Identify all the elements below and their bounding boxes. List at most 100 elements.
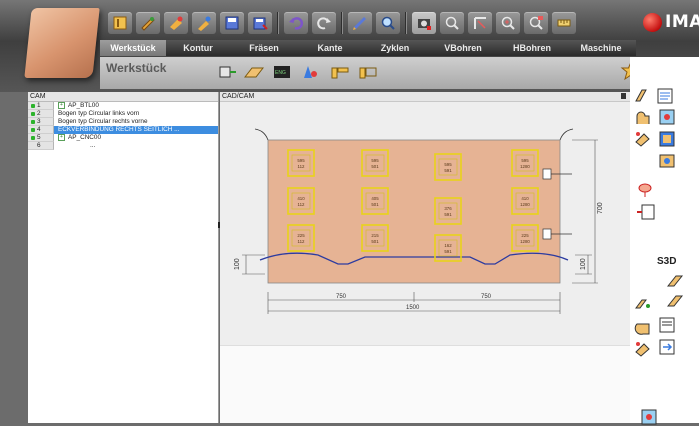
slot-tool-icon[interactable] [634,130,654,148]
tool-icon[interactable] [136,12,160,34]
menu-item-werkstueck[interactable]: Werkstück [100,40,166,56]
drilling-box-label: 591 [444,212,452,217]
sub-toolbar [100,57,699,89]
panel-header: CAM [28,92,218,102]
menu-item-kontur[interactable]: Kontur [166,40,230,56]
pin-icon[interactable] [621,93,626,99]
insert-element-icon[interactable] [636,203,656,221]
tree-row[interactable]: 1 + AP_BTL00 [28,102,218,110]
s3d-label: S3D [657,256,677,267]
paint-icon[interactable] [164,12,188,34]
fitting-top[interactable] [542,168,552,180]
undo-icon[interactable] [284,12,308,34]
report-icon[interactable] [658,316,678,334]
tree-row-selected[interactable]: 4 ECKVERBINDUNG RECHTS SEITLICH ... [28,126,218,134]
s3d-tool-icon[interactable] [666,272,686,290]
tree-row[interactable]: 2 Bogen typ Circular links vorn [28,110,218,118]
row-number-cell: 5 [28,134,54,142]
dimensions-icon[interactable]: ENG [272,64,292,80]
workpiece-logo-image [24,8,100,78]
edge-banding-icon[interactable] [634,318,654,336]
save-as-icon[interactable] [248,12,272,34]
row-label: Bogen typ Circular rechts vorne [58,118,148,125]
dim-half-left: 750 [336,294,347,300]
edge-right-icon[interactable] [358,64,378,80]
new-workpiece-icon[interactable] [218,64,238,80]
status-dot [31,112,35,116]
row-number-cell: 4 [28,126,54,134]
measure-icon[interactable] [468,12,492,34]
row-number-cell: 6 [28,142,54,150]
page-title: Werkstück [106,61,167,75]
camera-icon[interactable] [412,12,436,34]
dim-width: 1500 [406,305,420,311]
panel-grid-icon[interactable] [658,130,678,148]
status-dot [31,120,35,124]
cutter-icon[interactable] [300,64,320,80]
pen-icon[interactable] [348,12,372,34]
zoom-window-icon[interactable] [524,12,548,34]
toolbar-separator [341,12,343,34]
tree-row[interactable]: 5 + AP_CNC00 [28,134,218,142]
drilling-box-label: 1280 [520,164,530,169]
expand-icon[interactable]: + [58,134,65,141]
drill-pattern-icon[interactable] [658,108,678,126]
drilling-box-label: 591 [444,249,452,254]
row-label: AP_BTL00 [68,102,99,110]
drilling-box-label: 595 [444,162,452,167]
settings-list-icon[interactable] [656,87,676,105]
zoom-icon[interactable] [376,12,400,34]
row-number: 3 [37,118,41,125]
row-label: AP_CNC00 [68,134,102,142]
drilling-box-label: 112 [298,164,306,169]
pocket-icon[interactable] [636,180,656,198]
redo-icon[interactable] [312,12,336,34]
drilling-box-label: 225 [521,233,529,238]
dim-left-offset: 100 [234,258,241,270]
row-label: ... [90,142,96,149]
zoom-in-icon[interactable] [496,12,520,34]
program-icon[interactable] [108,12,132,34]
trim-tool-icon[interactable] [634,340,654,358]
edge-left-icon[interactable] [330,64,350,80]
menu-item-maschine[interactable]: Maschine [566,40,636,56]
drilling-box-label: 225 [297,233,305,238]
row-text-cell: + AP_CNC00 [58,134,101,142]
drilling-box-label: 501 [371,239,379,244]
main-toolbar [108,10,580,36]
logo-text: IMA [665,12,699,32]
dim-height: 700 [597,202,604,214]
arc-tool-icon[interactable] [634,110,654,128]
tree-row[interactable]: 3 Bogen typ Circular rechts vorne [28,118,218,126]
panel-icon[interactable] [244,64,264,80]
expand-icon[interactable]: + [58,102,65,109]
profile-tool-icon[interactable] [634,296,654,314]
row-label: ECKVERBINDUNG RECHTS SEITLICH ... [54,126,218,134]
drilling-box-label: 501 [371,164,379,169]
edge-tool-icon[interactable] [634,87,654,105]
drilling-box-label: 112 [298,239,306,244]
menu-item-hbohren[interactable]: HBohren [498,40,566,56]
film-icon[interactable] [658,152,678,170]
ruler-icon[interactable] [552,12,576,34]
save-icon[interactable] [220,12,244,34]
dim-half-right: 750 [481,294,492,300]
toolbar-separator [405,12,407,34]
zoom-out-icon[interactable] [440,12,464,34]
canvas-header: CAD/CAM [220,92,630,102]
drilling-box-label: 591 [444,168,452,173]
bottom-panel-icon[interactable] [640,408,660,426]
s3d-curve-icon[interactable] [666,292,686,310]
cad-cam-canvas[interactable]: CAD/CAM 700 100 100 750 750 1500 595 112… [220,92,630,423]
menu-item-vbohren[interactable]: VBohren [428,40,498,56]
ima-logo: IMA [643,12,699,32]
export-icon[interactable] [658,338,678,356]
row-number: 2 [37,110,41,117]
tree-row[interactable]: 6 ... [28,142,218,150]
menu-item-fraesen[interactable]: Fräsen [230,40,298,56]
menu-item-zyklen[interactable]: Zyklen [362,40,428,56]
brush-icon[interactable] [192,12,216,34]
menu-item-kante[interactable]: Kante [298,40,362,56]
main-menu: Werkstück Kontur Fräsen Kante Zyklen VBo… [100,40,636,56]
fitting-bottom[interactable] [542,228,552,240]
